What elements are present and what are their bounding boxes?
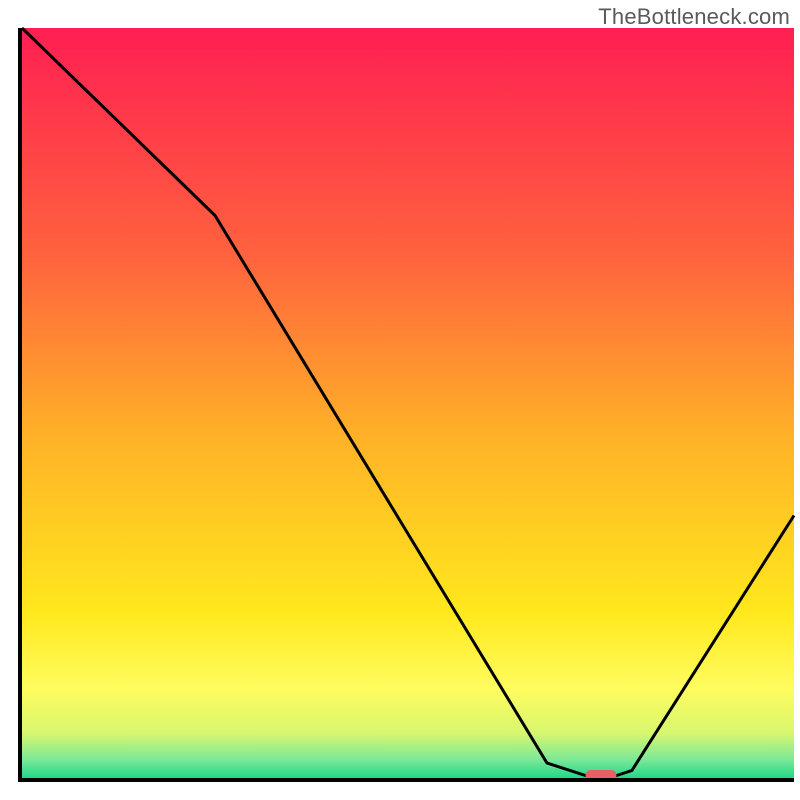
- bottleneck-chart: [0, 0, 800, 800]
- chart-container: TheBottleneck.com: [0, 0, 800, 800]
- watermark-text: TheBottleneck.com: [598, 4, 790, 30]
